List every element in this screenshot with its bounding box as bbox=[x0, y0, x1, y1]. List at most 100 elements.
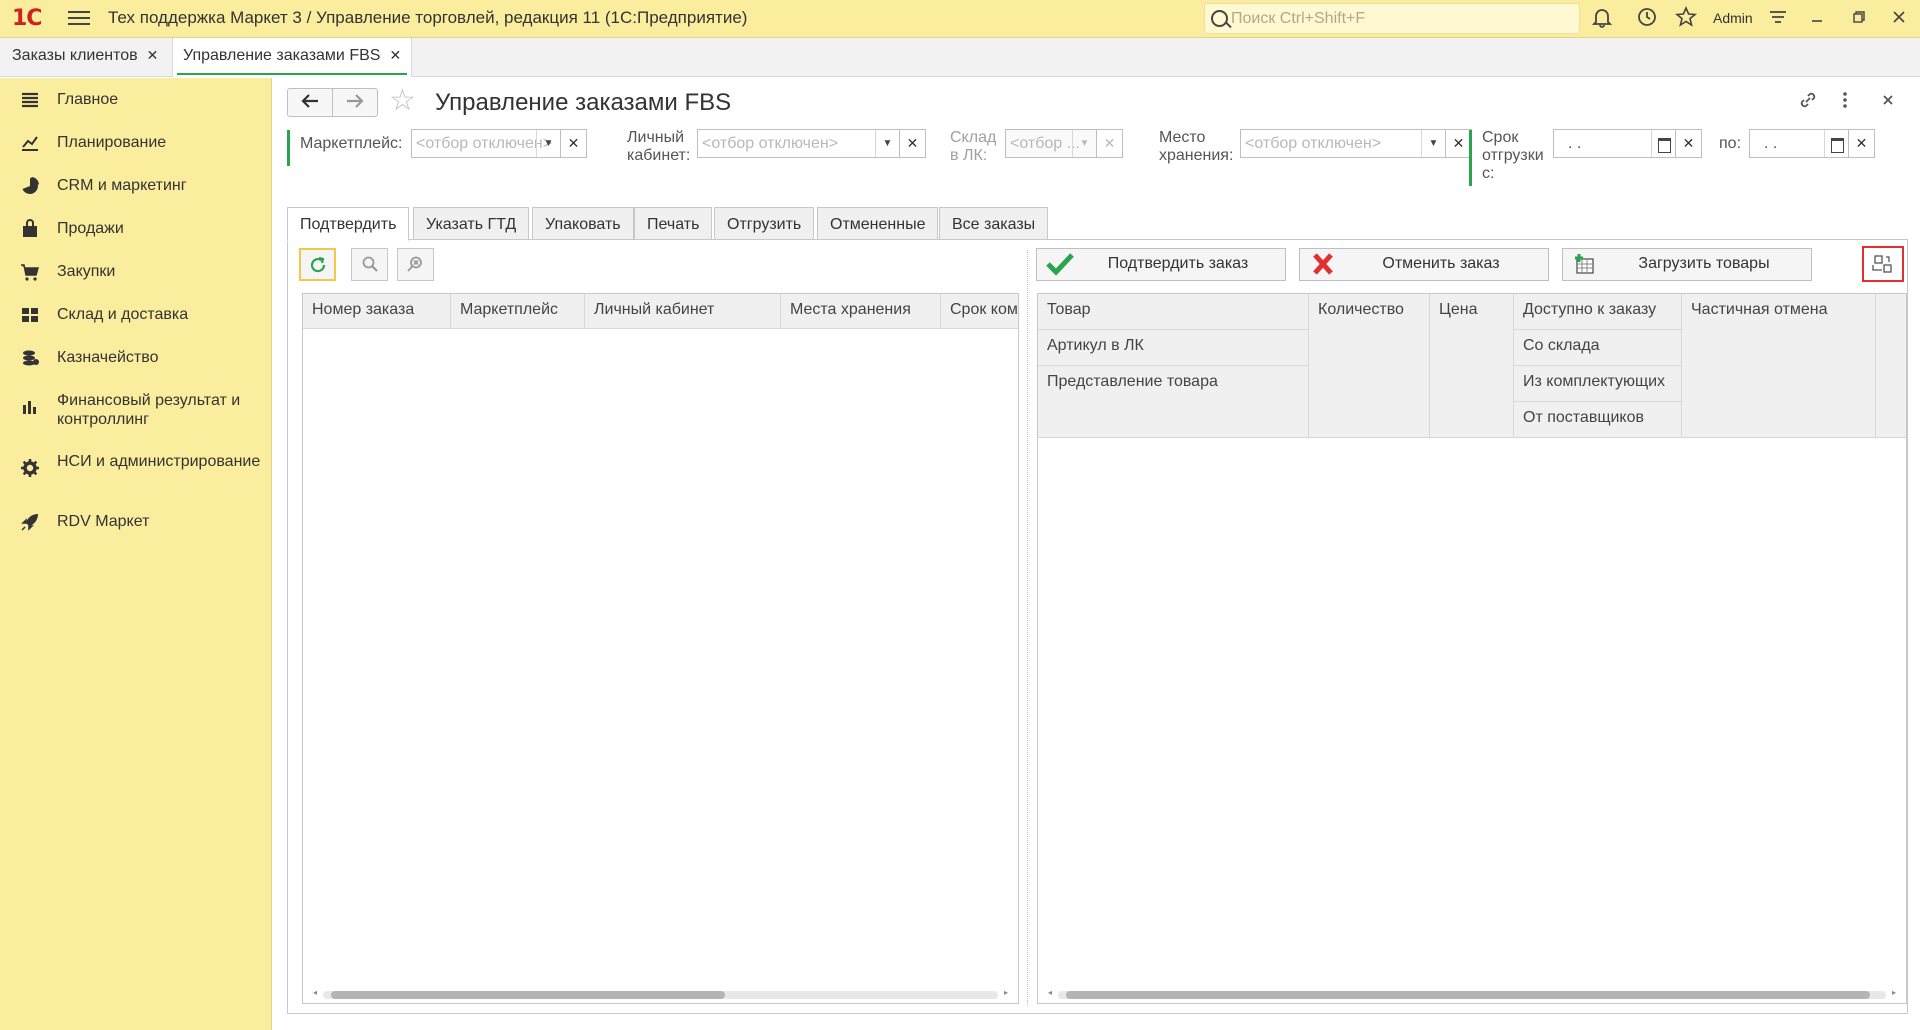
arrow-right-icon bbox=[347, 94, 364, 108]
favorite-star-icon[interactable]: ☆ bbox=[389, 86, 416, 116]
sidebar-item-warehouse[interactable]: Склад и доставка bbox=[0, 305, 272, 324]
link-icon[interactable] bbox=[1798, 90, 1818, 115]
window-tab-orders[interactable]: Заказы клиентов ✕ bbox=[2, 38, 168, 77]
pie-chart-icon bbox=[22, 177, 39, 194]
restore-icon[interactable] bbox=[1846, 6, 1872, 32]
column-header[interactable]: Со склада bbox=[1514, 330, 1682, 366]
filter-marketplace-label: Маркетплейс: bbox=[300, 135, 403, 152]
column-header[interactable]: Представление товара bbox=[1038, 366, 1309, 438]
main-form: ☆ Управление заказами FBS Маркетплейс: <… bbox=[273, 78, 1920, 1030]
refresh-button[interactable] bbox=[299, 248, 336, 281]
confirm-order-button[interactable]: Подтвердить заказ bbox=[1036, 248, 1286, 281]
calendar-icon[interactable] bbox=[1824, 130, 1848, 157]
clear-date-button[interactable]: ✕ bbox=[1848, 129, 1875, 158]
dropdown-arrow-icon[interactable]: ▼ bbox=[875, 130, 899, 157]
tab-ship[interactable]: Отгрузить bbox=[714, 207, 815, 240]
ship-date-from-input[interactable]: . . bbox=[1553, 129, 1676, 158]
tab-confirm[interactable]: Подтвердить bbox=[287, 207, 410, 241]
filter-marketplace-input[interactable]: <отбор отключен> ▼ bbox=[411, 129, 561, 158]
ship-date-to-input[interactable]: . . bbox=[1749, 129, 1849, 158]
search-input[interactable]: Поиск Ctrl+Shift+F bbox=[1204, 3, 1580, 34]
horizontal-scrollbar[interactable]: ◂ ▸ bbox=[1040, 987, 1904, 1001]
column-header[interactable]: Срок комплектации bbox=[941, 294, 1018, 329]
close-tab-icon[interactable]: ✕ bbox=[147, 47, 159, 63]
tab-customs-declaration[interactable]: Указать ГТД bbox=[413, 207, 530, 240]
dropdown-arrow-icon[interactable]: ▼ bbox=[1421, 130, 1445, 157]
column-header[interactable]: Частичная отмена bbox=[1682, 294, 1876, 438]
clear-filter-button[interactable]: ✕ bbox=[899, 129, 926, 158]
column-header[interactable]: Места хранения bbox=[781, 294, 941, 329]
cancel-search-button[interactable] bbox=[397, 248, 434, 281]
sidebar-item-purchases[interactable]: Закупки bbox=[0, 262, 272, 281]
back-button[interactable] bbox=[287, 88, 333, 117]
app-title: Тех поддержка Маркет 3 / Управление торг… bbox=[108, 8, 748, 27]
bell-icon[interactable] bbox=[1589, 6, 1615, 32]
column-header[interactable]: Товар bbox=[1038, 294, 1309, 330]
cart-icon bbox=[21, 264, 39, 281]
tab-pack[interactable]: Упаковать bbox=[532, 207, 634, 240]
column-header[interactable]: Маркетплейс bbox=[451, 294, 585, 329]
column-header[interactable]: Количество bbox=[1309, 294, 1430, 438]
window-tab-label: Заказы клиентов bbox=[12, 47, 138, 64]
swap-panels-button[interactable] bbox=[1862, 246, 1904, 282]
column-header[interactable]: Из комплектующих bbox=[1514, 366, 1682, 402]
more-vertical-icon[interactable] bbox=[1841, 90, 1849, 115]
calendar-icon[interactable] bbox=[1651, 130, 1675, 157]
filter-warehouse-input[interactable]: <отбор ... ▼ bbox=[1005, 129, 1097, 158]
cancel-order-button[interactable]: Отменить заказ bbox=[1299, 248, 1549, 281]
sidebar-item-finance[interactable]: Финансовый результат и контроллинг bbox=[0, 391, 272, 429]
sidebar-item-planning[interactable]: Планирование bbox=[0, 133, 272, 152]
window-tab-fbs[interactable]: Управление заказами FBS ✕ bbox=[172, 38, 413, 77]
column-header[interactable]: Артикул в ЛК bbox=[1038, 330, 1309, 366]
column-header[interactable]: Цена bbox=[1430, 294, 1514, 438]
forward-button[interactable] bbox=[332, 88, 378, 117]
close-tab-icon[interactable]: ✕ bbox=[389, 47, 401, 63]
filter-cabinet-input[interactable]: <отбор отключен> ▼ bbox=[697, 129, 900, 158]
tab-print[interactable]: Печать bbox=[634, 207, 713, 240]
close-window-icon[interactable] bbox=[1886, 6, 1912, 32]
filter-ship-date-label: Срок отгрузки с: bbox=[1482, 129, 1544, 182]
load-goods-button[interactable]: Загрузить товары bbox=[1562, 248, 1812, 281]
sidebar-item-treasury[interactable]: Казначейство bbox=[0, 348, 272, 367]
tab-cancelled[interactable]: Отмененные bbox=[817, 207, 939, 240]
sidebar-item-label: Главное bbox=[57, 91, 119, 108]
sidebar-item-main[interactable]: Главное bbox=[0, 90, 272, 109]
column-header[interactable]: Номер заказа bbox=[303, 294, 451, 329]
page-title: Управление заказами FBS bbox=[435, 89, 732, 116]
panel-splitter[interactable] bbox=[1027, 250, 1028, 1005]
column-header-spacer bbox=[1876, 294, 1906, 438]
load-table-icon bbox=[1571, 251, 1597, 284]
sidebar-item-sales[interactable]: Продажи bbox=[0, 219, 272, 238]
date-value: . . bbox=[1764, 135, 1778, 152]
column-header[interactable]: Доступно к заказу bbox=[1514, 294, 1682, 330]
goods-table[interactable]: Товар Артикул в ЛК Представление товара … bbox=[1037, 293, 1907, 1004]
column-header[interactable]: От поставщиков bbox=[1514, 402, 1682, 438]
orders-table[interactable]: Номер заказа Маркетплейс Личный кабинет … bbox=[302, 293, 1019, 1004]
filter-group-marker bbox=[1469, 130, 1472, 186]
ship-date-to-label: по: bbox=[1719, 135, 1742, 152]
minimize-icon[interactable] bbox=[1804, 6, 1830, 32]
shopping-bag-icon bbox=[23, 219, 37, 237]
dropdown-arrow-icon[interactable]: ▼ bbox=[536, 130, 560, 157]
sidebar-item-admin[interactable]: НСИ и администрирование bbox=[0, 452, 272, 477]
sidebar-item-crm[interactable]: CRM и маркетинг bbox=[0, 176, 272, 195]
user-name[interactable]: Admin bbox=[1713, 10, 1753, 26]
tab-all-orders[interactable]: Все заказы bbox=[939, 207, 1049, 240]
history-icon[interactable] bbox=[1634, 6, 1660, 32]
sidebar-item-rdv-market[interactable]: RDV Маркет bbox=[0, 512, 272, 531]
clear-filter-button[interactable]: ✕ bbox=[560, 129, 587, 158]
search-button[interactable] bbox=[351, 248, 388, 281]
clear-filter-button[interactable]: ✕ bbox=[1445, 129, 1472, 158]
main-menu-icon[interactable] bbox=[68, 8, 90, 28]
column-header[interactable]: Личный кабинет bbox=[585, 294, 781, 329]
sidebar-item-label: Закупки bbox=[57, 263, 116, 280]
search-icon bbox=[1211, 10, 1228, 27]
filter-storage-input[interactable]: <отбор отключен> ▼ bbox=[1240, 129, 1446, 158]
favorites-star-icon[interactable] bbox=[1673, 5, 1699, 32]
close-form-icon[interactable] bbox=[1880, 90, 1896, 115]
horizontal-scrollbar[interactable]: ◂ ▸ bbox=[305, 987, 1016, 1001]
dropdown-arrow-icon[interactable]: ▼ bbox=[1072, 130, 1096, 157]
settings-lines-icon[interactable] bbox=[1765, 6, 1791, 32]
clear-date-button[interactable]: ✕ bbox=[1675, 129, 1702, 158]
clear-filter-button[interactable]: ✕ bbox=[1096, 129, 1123, 158]
